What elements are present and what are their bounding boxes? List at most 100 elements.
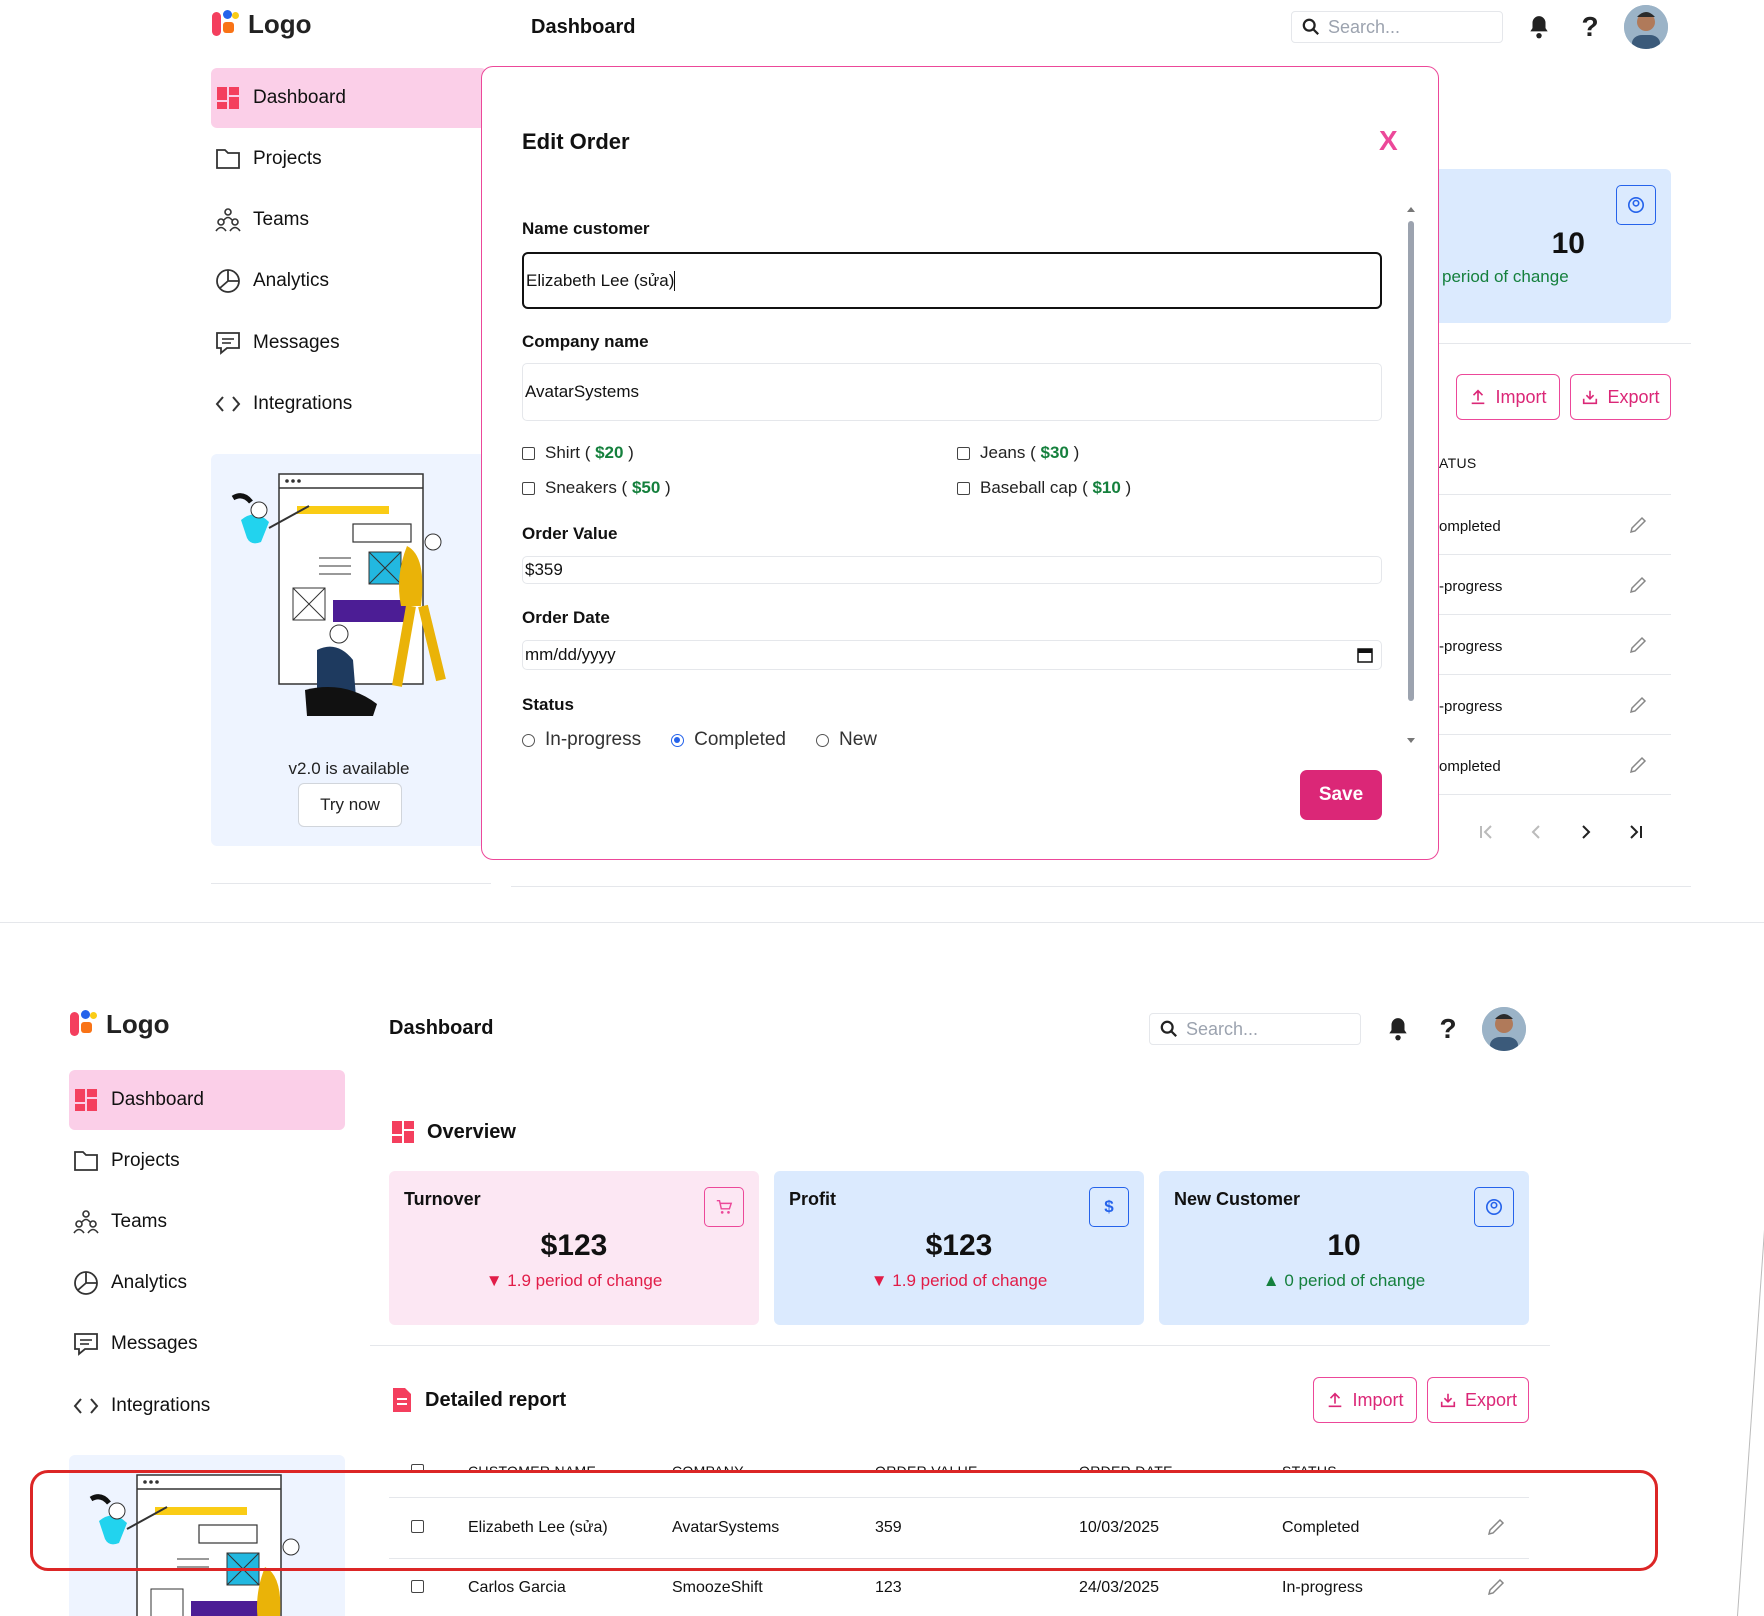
bell-icon[interactable]: [1524, 12, 1554, 42]
name-customer-value: Elizabeth Lee (sửa): [526, 270, 675, 290]
logo-mark-icon: [212, 8, 242, 40]
radio-button[interactable]: [816, 733, 829, 747]
bell-icon[interactable]: [1383, 1014, 1413, 1044]
sidebar-item-label: Messages: [111, 1333, 198, 1354]
product-option-jeans[interactable]: Jeans ( $30 ): [957, 443, 1079, 463]
calendar-icon[interactable]: [1357, 647, 1373, 663]
name-customer-input[interactable]: Elizabeth Lee (sửa): [522, 252, 1382, 309]
sidebar-item-analytics[interactable]: Analytics: [69, 1253, 345, 1313]
edit-icon[interactable]: [1628, 635, 1648, 655]
import-button[interactable]: Import: [1456, 374, 1560, 420]
edit-icon[interactable]: [1486, 1577, 1506, 1597]
sidebar-item-messages[interactable]: Messages: [69, 1314, 345, 1374]
company-name-label: Company name: [522, 332, 649, 351]
teams-icon: [73, 1209, 99, 1235]
page-title: Dashboard: [389, 1017, 494, 1039]
avatar[interactable]: [1624, 5, 1668, 49]
search-placeholder: Search...: [1328, 16, 1401, 37]
edit-icon[interactable]: [1628, 755, 1648, 775]
screenshot-divider: [0, 922, 1764, 923]
profit-card: Profit $ $123 ▼ 1.9 period of change: [774, 1171, 1144, 1325]
sidebar-item-analytics[interactable]: Analytics: [211, 251, 487, 311]
window-edge: [1736, 1015, 1764, 1616]
sidebar-item-teams[interactable]: Teams: [69, 1192, 345, 1252]
avatar[interactable]: [1482, 1007, 1526, 1051]
product-option-baseball-cap[interactable]: Baseball cap ( $10 ): [957, 478, 1131, 498]
logo[interactable]: Logo: [212, 8, 312, 40]
cart-icon[interactable]: [704, 1187, 744, 1227]
next-page-icon[interactable]: [1576, 822, 1596, 842]
search-icon: [1302, 18, 1319, 35]
user-circle-icon[interactable]: [1474, 1187, 1514, 1227]
sidebar-item-messages[interactable]: Messages: [211, 313, 487, 373]
card-change: ▲ 0 period of change: [1262, 1271, 1426, 1290]
sidebar-item-label: Analytics: [111, 1272, 188, 1293]
dollar-icon[interactable]: $: [1089, 1187, 1129, 1227]
dashboard-icon: [73, 1087, 99, 1113]
edit-icon[interactable]: [1628, 515, 1648, 535]
product-option-sneakers[interactable]: Sneakers ( $50 ): [522, 478, 671, 498]
scroll-up-icon[interactable]: [1406, 205, 1416, 213]
modal-scrollbar[interactable]: [1406, 205, 1416, 745]
product-checkbox[interactable]: [957, 446, 970, 460]
edit-icon[interactable]: [1628, 575, 1648, 595]
divider: [1439, 794, 1671, 795]
radio-button[interactable]: [671, 733, 685, 747]
divider: [1439, 554, 1671, 555]
search-input[interactable]: Search...: [1149, 1013, 1361, 1045]
sidebar-item-label: Analytics: [253, 270, 330, 291]
close-icon[interactable]: X: [1379, 125, 1398, 157]
sidebar-item-projects[interactable]: Projects: [211, 129, 487, 189]
scroll-thumb[interactable]: [1408, 221, 1414, 701]
try-now-button[interactable]: Try now: [298, 783, 402, 827]
user-circle-icon: [1616, 185, 1656, 225]
first-page-icon[interactable]: [1476, 822, 1496, 842]
export-button[interactable]: Export: [1570, 374, 1671, 420]
search-icon: [1160, 1020, 1177, 1037]
sidebar-item-integrations[interactable]: Integrations: [211, 374, 487, 434]
report-heading: Detailed report: [391, 1387, 566, 1413]
product-checkbox[interactable]: [957, 481, 970, 495]
status-option-new[interactable]: New: [816, 731, 877, 749]
folder-icon: [215, 146, 241, 172]
prev-page-icon[interactable]: [1526, 822, 1546, 842]
order-value-input[interactable]: $359: [522, 556, 1382, 584]
export-button[interactable]: Export: [1427, 1377, 1529, 1423]
status-cell: ompleted: [1439, 758, 1501, 775]
sidebar-item-dashboard[interactable]: Dashboard: [211, 68, 487, 128]
order-date-input[interactable]: mm/dd/yyyy: [522, 640, 1382, 670]
promo-illustration: [231, 473, 446, 716]
import-label: Import: [1495, 386, 1547, 407]
new-customer-card: New Customer 10 ▲ 0 period of change: [1159, 1171, 1529, 1325]
product-option-shirt[interactable]: Shirt ( $20 ): [522, 443, 634, 463]
code-icon: [215, 391, 241, 417]
search-input[interactable]: Search...: [1291, 11, 1503, 43]
logo[interactable]: Logo: [70, 1008, 170, 1040]
sidebar-item-integrations[interactable]: Integrations: [69, 1376, 345, 1436]
sidebar-item-projects[interactable]: Projects: [69, 1131, 345, 1191]
save-button[interactable]: Save: [1300, 770, 1382, 820]
status-cell: -progress: [1439, 698, 1503, 715]
scroll-down-icon[interactable]: [1406, 737, 1416, 745]
pie-chart-icon: [215, 268, 241, 294]
company-name-input[interactable]: AvatarSystems: [522, 363, 1382, 421]
radio-button[interactable]: [522, 733, 535, 747]
card-change-text: 1.9 period of change: [507, 1271, 663, 1290]
status-label: Status: [522, 695, 574, 714]
product-checkbox[interactable]: [522, 446, 535, 460]
status-option-completed[interactable]: Completed: [671, 731, 786, 749]
help-icon[interactable]: ?: [1575, 10, 1605, 44]
help-icon[interactable]: ?: [1433, 1012, 1463, 1046]
product-price: $20: [595, 443, 624, 462]
row-checkbox[interactable]: [411, 1580, 424, 1593]
import-button[interactable]: Import: [1313, 1377, 1417, 1423]
sidebar-item-dashboard[interactable]: Dashboard: [69, 1070, 345, 1130]
divider: [1439, 614, 1671, 615]
sidebar-item-teams[interactable]: Teams: [211, 190, 487, 250]
edit-icon[interactable]: [1628, 695, 1648, 715]
product-checkbox[interactable]: [522, 481, 535, 495]
status-radio-group: In-progress Completed New: [522, 731, 877, 749]
divider: [370, 1345, 1550, 1346]
status-option-in-progress[interactable]: In-progress: [522, 731, 641, 749]
last-page-icon[interactable]: [1626, 822, 1646, 842]
